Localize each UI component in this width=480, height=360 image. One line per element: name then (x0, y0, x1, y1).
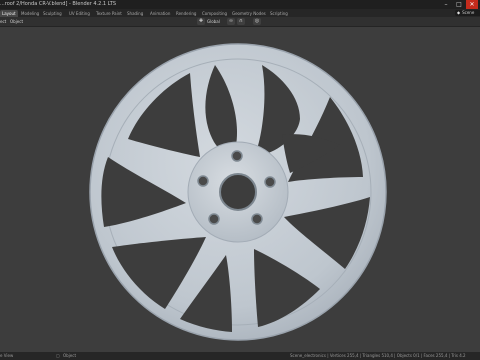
transform-orientation-dropdown[interactable]: Global (207, 18, 220, 25)
lug-hole (251, 213, 263, 225)
lug-hole (197, 175, 209, 187)
axes-icon[interactable]: ✚ (197, 18, 205, 25)
object-menu[interactable]: Object (10, 18, 23, 25)
select-menu[interactable]: ect (0, 18, 6, 25)
title-bar: ...roof 2/Honda CR-V.blend] - Blender 4.… (0, 0, 480, 9)
tab-scripting[interactable]: Scripting (268, 10, 290, 17)
scene-selector[interactable]: ◆ Scene (455, 10, 480, 16)
maximize-icon[interactable]: □ (453, 0, 465, 9)
tab-modeling[interactable]: Modeling (19, 10, 41, 17)
wheel-render (89, 43, 387, 341)
close-icon[interactable]: ✕ (466, 0, 478, 9)
tab-layout[interactable]: Layout (0, 10, 18, 17)
lug-hole (231, 150, 243, 162)
status-bar: e View ▢ Object Scene_electronics | Vert… (0, 352, 480, 360)
tab-compositing[interactable]: Compositing (200, 10, 229, 17)
magnet-icon[interactable]: ∩ (237, 18, 245, 25)
center-bore (219, 173, 257, 211)
tab-rendering[interactable]: Rendering (174, 10, 198, 17)
link-icon[interactable]: ∞ (227, 18, 235, 25)
lug-hole (264, 176, 276, 188)
status-left: e View (0, 353, 14, 358)
tab-shading[interactable]: Shading (125, 10, 145, 17)
tab-sculpting[interactable]: Sculpting (41, 10, 64, 17)
scene-label: Scene (462, 10, 475, 15)
window-title: ...roof 2/Honda CR-V.blend] - Blender 4.… (0, 1, 117, 7)
viewport-header: ect Object ✚ Global ∞ ∩ ◎ (0, 17, 480, 27)
3d-viewport[interactable] (0, 27, 480, 352)
tab-animation[interactable]: Animation (148, 10, 172, 17)
tab-geometry-nodes[interactable]: Geometry Nodes (230, 10, 268, 17)
lug-hole (208, 213, 220, 225)
minimize-icon[interactable]: – (440, 0, 452, 9)
tab-uv-editing[interactable]: UV Editing (67, 10, 92, 17)
status-mode: Object (63, 353, 77, 358)
proportional-edit-icon[interactable]: ◎ (253, 18, 261, 25)
object-icon: ▢ (56, 353, 60, 358)
workspace-tab-bar: Layout Modeling Sculpting UV Editing Tex… (0, 9, 480, 17)
scene-statistics: Scene_electronics | Vertices 255,4 | Tri… (290, 353, 466, 358)
tab-texture-paint[interactable]: Texture Paint (94, 10, 124, 17)
scene-icon: ◆ (457, 10, 461, 15)
